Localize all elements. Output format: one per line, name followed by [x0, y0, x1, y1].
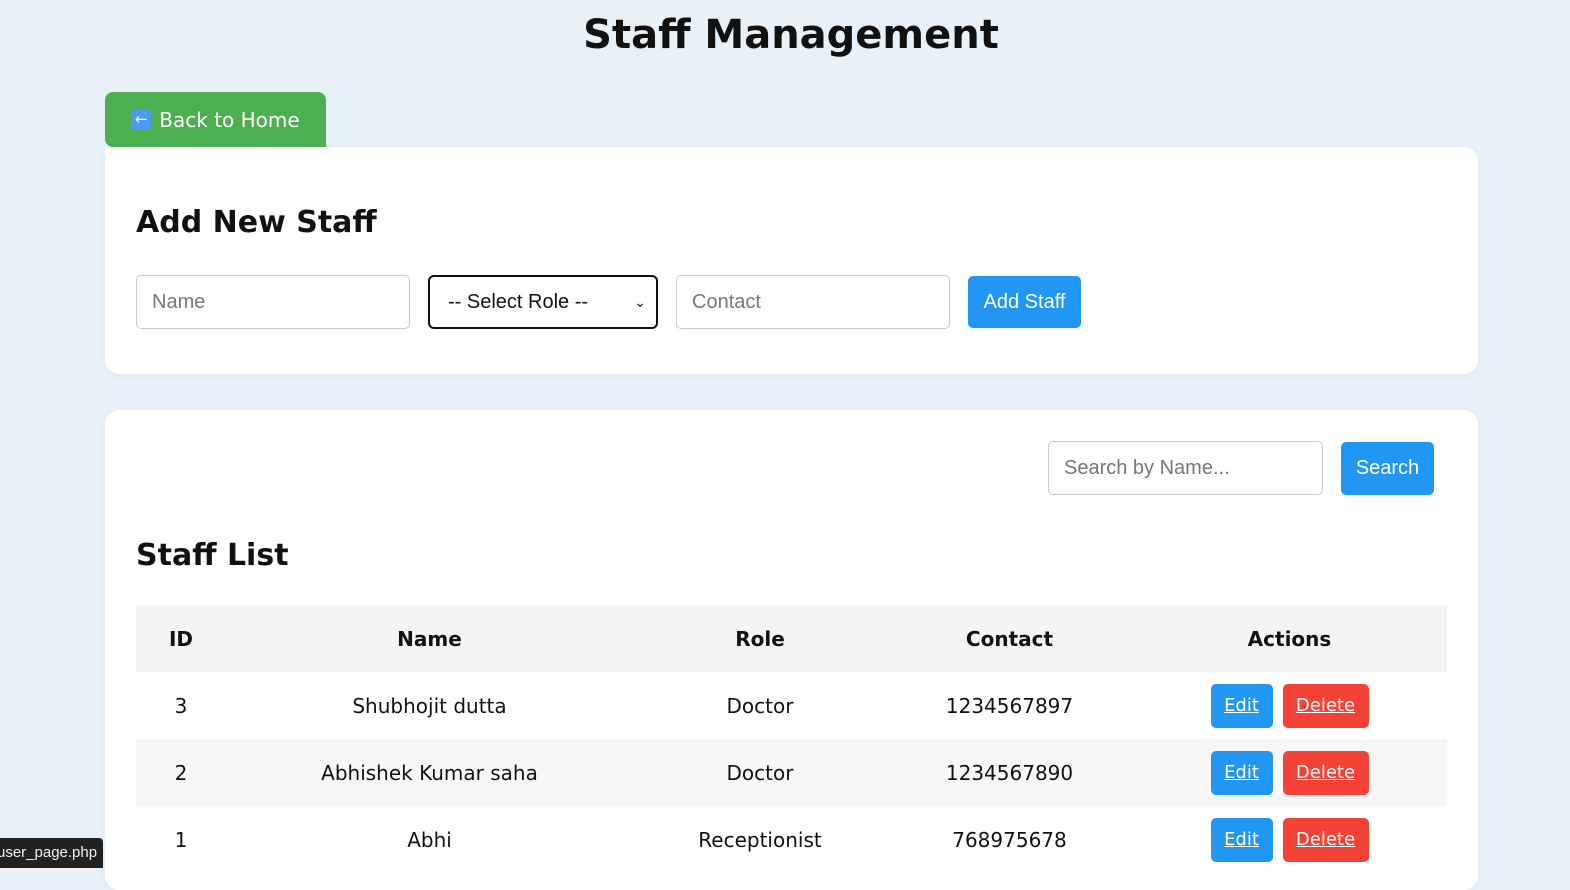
staff-role-select[interactable]: -- Select Role -- ⌄: [428, 275, 658, 329]
page-title: Staff Management: [583, 12, 999, 58]
delete-button[interactable]: Delete: [1282, 817, 1369, 862]
staff-table: ID Name Role Contact Actions 3 Shubhojit…: [136, 605, 1447, 873]
add-staff-heading: Add New Staff: [136, 205, 377, 240]
edit-button[interactable]: Edit: [1210, 817, 1273, 862]
staff-contact: 1234567897: [945, 693, 1074, 718]
edit-button[interactable]: Edit: [1210, 750, 1273, 795]
table-row: 1 Abhi Receptionist 768975678 Edit Delet…: [136, 806, 1447, 873]
column-header-role: Role: [633, 605, 887, 672]
search-button[interactable]: Search: [1341, 442, 1434, 495]
staff-name: Abhishek Kumar saha: [226, 739, 633, 806]
staff-name: Shubhojit dutta: [352, 693, 507, 718]
staff-contact-input[interactable]: [676, 275, 950, 329]
staff-id: 3: [174, 693, 188, 718]
staff-list-heading: Staff List: [136, 538, 289, 573]
staff-actions: Edit Delete: [1132, 672, 1447, 739]
delete-button[interactable]: Delete: [1282, 683, 1369, 728]
search-name-input[interactable]: [1048, 441, 1323, 495]
edit-button[interactable]: Edit: [1210, 683, 1273, 728]
column-header-name: Name: [226, 605, 633, 672]
column-header-actions: Actions: [1132, 605, 1447, 672]
staff-contact: 1234567890: [887, 739, 1132, 806]
add-staff-button[interactable]: Add Staff: [968, 276, 1081, 328]
status-url-tooltip: user_page.php: [0, 838, 103, 868]
staff-id: 1: [174, 827, 188, 852]
staff-actions: Edit Delete: [1132, 739, 1447, 806]
back-to-home-label: Back to Home: [159, 107, 300, 132]
staff-role: Receptionist: [698, 827, 822, 852]
staff-id: 2: [136, 739, 226, 806]
table-header-row: ID Name Role Contact Actions: [136, 605, 1447, 672]
staff-actions: Edit Delete: [1132, 806, 1447, 873]
staff-contact: 768975678: [952, 827, 1067, 852]
role-select-value: -- Select Role --: [448, 290, 589, 313]
staff-name-input[interactable]: [136, 275, 410, 329]
add-staff-card: Add New Staff -- Select Role -- ⌄ Add St…: [105, 147, 1478, 374]
staff-role: Doctor: [633, 739, 887, 806]
table-row: 2 Abhishek Kumar saha Doctor 1234567890 …: [136, 739, 1447, 806]
chevron-down-icon: ⌄: [634, 294, 646, 310]
table-row: 3 Shubhojit dutta Doctor 1234567897 Edit…: [136, 672, 1447, 739]
left-arrow-icon: ←: [131, 109, 152, 130]
column-header-contact: Contact: [887, 605, 1132, 672]
staff-list-card: Search Staff List ID Name Role Contact A…: [105, 410, 1478, 890]
column-header-id: ID: [136, 605, 226, 672]
staff-name: Abhi: [407, 827, 452, 852]
delete-button[interactable]: Delete: [1282, 750, 1369, 795]
staff-role: Doctor: [726, 693, 794, 718]
back-to-home-button[interactable]: ← Back to Home: [105, 92, 326, 147]
